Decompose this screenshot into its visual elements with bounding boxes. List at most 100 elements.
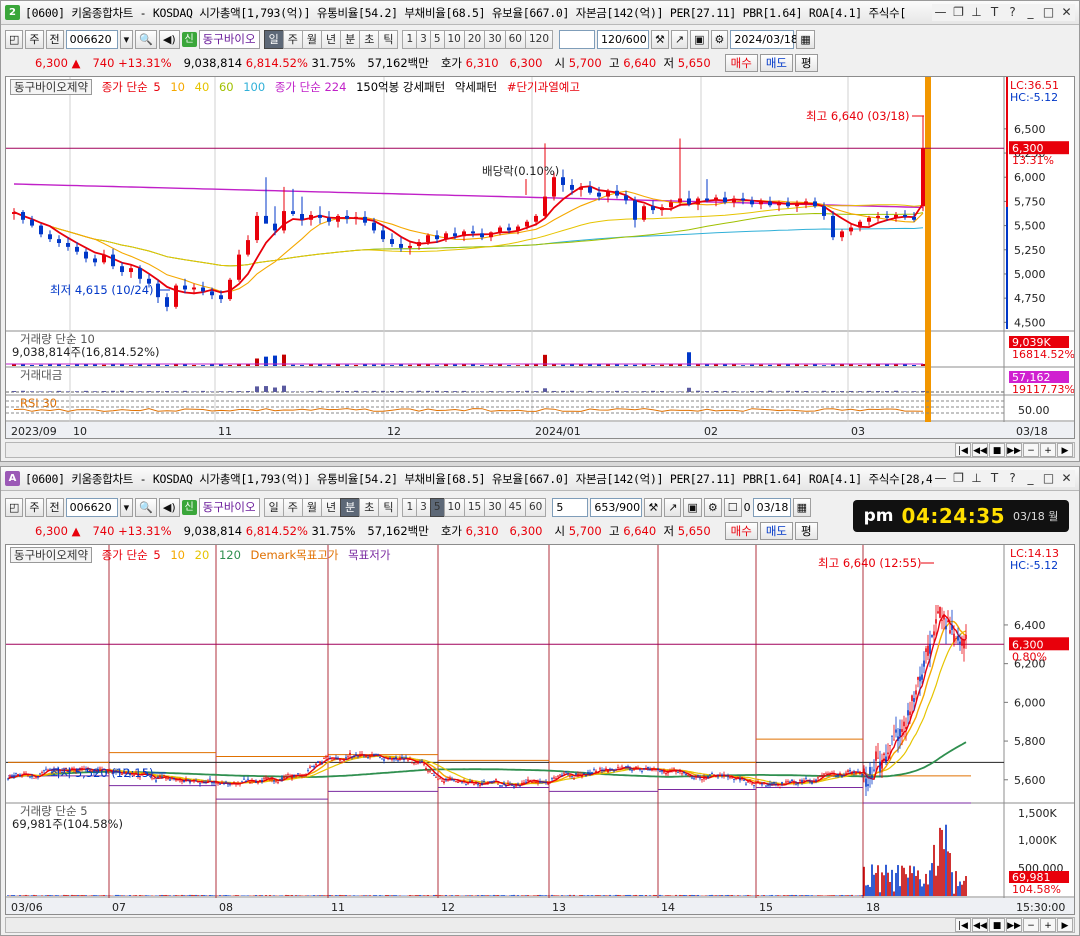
date-input[interactable]: 03/18 — [752, 497, 791, 517]
zoom-in-icon[interactable]: + — [1040, 443, 1056, 457]
interval-second[interactable]: 초 — [359, 497, 380, 517]
scroll-start-icon[interactable]: |◀ — [955, 443, 971, 457]
checkbox[interactable]: ☐ — [723, 497, 742, 517]
num-20[interactable]: 20 — [463, 29, 486, 49]
search-icon[interactable]: 🔍 — [135, 497, 157, 517]
num-3[interactable]: 3 — [416, 29, 431, 49]
search-icon[interactable]: 🔍 — [135, 29, 157, 49]
buy-button[interactable]: 매수 — [724, 54, 758, 72]
help-icon[interactable]: ? — [1004, 4, 1021, 21]
interval-month[interactable]: 월 — [301, 497, 322, 517]
interval-year[interactable]: 년 — [320, 497, 342, 517]
minimize-icon[interactable]: — — [932, 4, 949, 21]
scroll-right-icon[interactable]: ▶ — [1057, 918, 1073, 932]
interval-year[interactable]: 년 — [320, 29, 342, 49]
sell-button[interactable]: 매도 — [759, 522, 794, 540]
prev-button[interactable]: 전 — [45, 29, 64, 49]
help-icon[interactable]: ? — [1004, 470, 1021, 487]
indicator-icon[interactable]: ⚒ — [651, 29, 669, 49]
legend-stock-name[interactable]: 동구바이오제약 — [10, 79, 93, 95]
sell-button[interactable]: 매도 — [759, 54, 794, 72]
num-120[interactable]: 120 — [525, 29, 554, 49]
restore-icon[interactable]: ❐ — [950, 470, 967, 487]
bottom-scrollbar[interactable]: |◀ ◀◀ ■ ▶▶ − + ▶ — [5, 917, 1075, 933]
draw-icon[interactable]: ↗ — [670, 29, 689, 49]
count-input[interactable]: 120/600 — [597, 29, 650, 49]
interval-input[interactable] — [559, 29, 596, 49]
save-icon[interactable]: ▣ — [683, 497, 702, 517]
num-10[interactable]: 10 — [443, 497, 465, 517]
layout-icon[interactable]: ◰ — [5, 29, 24, 49]
font-icon[interactable]: T — [986, 470, 1003, 487]
scroll-start-icon[interactable]: |◀ — [955, 918, 971, 932]
top-scrollbar[interactable]: |◀ ◀◀ ■ ▶▶ − + ▶ — [5, 442, 1075, 458]
period-select[interactable]: 주 — [25, 497, 44, 517]
zoom-out-icon[interactable]: − — [1023, 918, 1039, 932]
calendar-icon[interactable]: ▦ — [796, 29, 815, 49]
legend-stock-name[interactable]: 동구바이오제약 — [10, 547, 93, 563]
num-10[interactable]: 10 — [443, 29, 465, 49]
interval-minute[interactable]: 분 — [340, 29, 361, 49]
interval-second[interactable]: 초 — [359, 29, 380, 49]
num-5[interactable]: 5 — [429, 29, 445, 49]
zoom-out-icon[interactable]: − — [1023, 443, 1039, 457]
scroll-back-icon[interactable]: ◀◀ — [972, 443, 988, 457]
interval-week[interactable]: 주 — [282, 29, 303, 49]
interval-month[interactable]: 월 — [301, 29, 322, 49]
daily-chart-area[interactable]: 동구바이오제약 종가 단순 5 10 40 60 100 종가 단순 224 1… — [5, 76, 1075, 439]
sound-icon[interactable]: ◀) — [158, 497, 180, 517]
stop-icon[interactable]: ■ — [989, 443, 1005, 457]
restore-icon[interactable]: ❐ — [950, 4, 967, 21]
draw-icon[interactable]: ↗ — [664, 497, 682, 517]
scroll-fwd-icon[interactable]: ▶▶ — [1006, 443, 1022, 457]
stock-code-input[interactable]: 006620 — [65, 29, 118, 49]
interval-input[interactable]: 5 — [552, 497, 589, 517]
num-60[interactable]: 60 — [504, 29, 526, 49]
count-input[interactable]: 653/900 — [590, 497, 643, 517]
stock-code-input[interactable]: 006620 — [65, 497, 118, 517]
zoom-in-icon[interactable]: + — [1040, 918, 1056, 932]
interval-day[interactable]: 일 — [263, 29, 284, 49]
dropdown-icon[interactable]: ▾ — [119, 29, 134, 49]
scroll-fwd-icon[interactable]: ▶▶ — [1006, 918, 1022, 932]
font-icon[interactable]: T — [986, 4, 1003, 21]
num-30[interactable]: 30 — [484, 497, 506, 517]
settings-icon[interactable]: ⚙ — [703, 497, 722, 517]
save-icon[interactable]: ▣ — [690, 29, 709, 49]
minimize2-icon[interactable]: _ — [1022, 470, 1039, 487]
stock-name[interactable]: 동구바이오 — [198, 497, 260, 517]
buy-button[interactable]: 매수 — [724, 522, 758, 540]
close-icon[interactable]: ✕ — [1058, 4, 1075, 21]
maximize-icon[interactable]: □ — [1040, 4, 1057, 21]
minimize-icon[interactable]: — — [932, 470, 949, 487]
num-5[interactable]: 5 — [429, 497, 445, 517]
prev-button[interactable]: 전 — [45, 497, 64, 517]
interval-minute[interactable]: 분 — [340, 497, 361, 517]
scroll-right-icon[interactable]: ▶ — [1057, 443, 1073, 457]
dropdown-icon[interactable]: ▾ — [119, 497, 134, 517]
num-30[interactable]: 30 — [484, 29, 506, 49]
calendar-icon[interactable]: ▦ — [792, 497, 812, 517]
interval-tick[interactable]: 틱 — [378, 29, 399, 49]
interval-day[interactable]: 일 — [263, 497, 284, 517]
close-icon[interactable]: ✕ — [1058, 470, 1075, 487]
pin-icon[interactable]: ⊥ — [968, 4, 985, 21]
num-3[interactable]: 3 — [416, 497, 431, 517]
interval-tick[interactable]: 틱 — [378, 497, 399, 517]
num-15[interactable]: 15 — [463, 497, 486, 517]
maximize-icon[interactable]: □ — [1040, 470, 1057, 487]
layout-icon[interactable]: ◰ — [5, 497, 24, 517]
indicator-icon[interactable]: ⚒ — [644, 497, 663, 517]
num-45[interactable]: 45 — [504, 497, 526, 517]
interval-week[interactable]: 주 — [282, 497, 303, 517]
period-select[interactable]: 주 — [25, 29, 44, 49]
settings-icon[interactable]: ⚙ — [710, 29, 729, 49]
minute-chart-area[interactable]: 동구바이오제약 종가 단순 5 10 20 120 Demark목표고가 목표저… — [5, 544, 1075, 915]
num-60[interactable]: 60 — [525, 497, 547, 517]
flat-button[interactable]: 평 — [795, 522, 818, 540]
flat-button[interactable]: 평 — [795, 54, 818, 72]
stop-icon[interactable]: ■ — [989, 918, 1005, 932]
scroll-back-icon[interactable]: ◀◀ — [972, 918, 988, 932]
sound-icon[interactable]: ◀) — [158, 29, 180, 49]
date-input[interactable]: 2024/03/18 — [730, 29, 798, 49]
